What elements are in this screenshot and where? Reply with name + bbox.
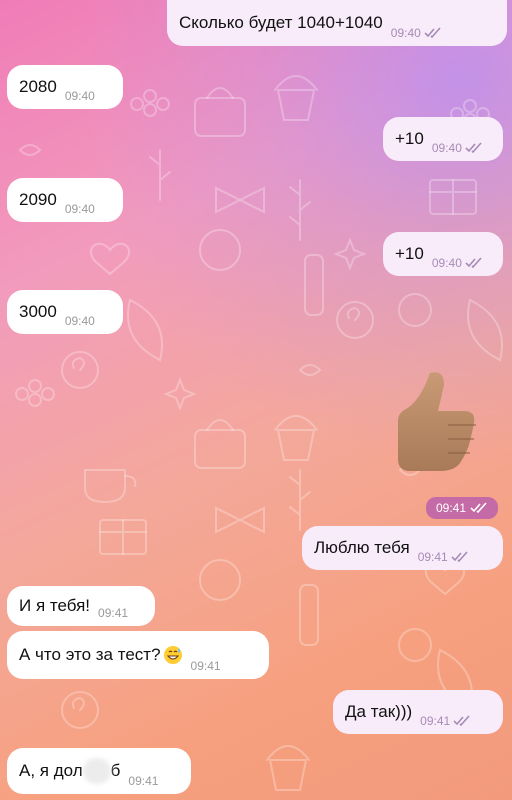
double-check-icon [453,715,470,727]
message-text: 2080 [19,77,57,96]
message-bubble-incoming[interactable]: 3000 09:40 [7,290,123,334]
message-time: 09:40 [431,256,462,270]
message-meta: 09:41 [420,714,471,728]
message-time: 09:41 [420,714,451,728]
message-time: 09:41 [435,501,467,515]
message-meta: 09:40 [432,256,483,270]
message-meta: 09:41 [191,659,221,673]
message-meta: 09:40 [432,141,483,155]
double-check-icon [470,502,487,514]
message-meta: 09:41 [418,550,469,564]
message-meta: 09:41 [128,774,158,788]
double-check-icon [465,142,482,154]
message-text: 3000 [19,302,57,321]
double-check-icon [424,27,441,39]
message-text: А, я дол [19,761,83,780]
message-bubble-outgoing[interactable]: +10 09:40 [383,232,503,276]
double-check-icon [451,551,468,563]
message-time: 09:41 [190,659,221,673]
message-text: А что это за тест? [19,645,161,664]
message-time: 09:40 [390,26,421,40]
message-text: Сколько будет 1040+1040 [179,13,383,32]
thumbs-up-sticker-icon[interactable] [390,365,490,475]
message-meta: 09:40 [65,202,95,216]
message-time: 09:41 [417,550,448,564]
message-text: +10 [395,129,424,148]
message-time: 09:40 [431,141,462,155]
message-text: 2090 [19,190,57,209]
message-time: 09:40 [64,314,95,328]
message-bubble-incoming[interactable]: А что это за тест? 09:41 [7,631,269,679]
message-bubble-outgoing[interactable]: Сколько будет 1040+1040 09:40 [167,0,507,46]
message-bubble-incoming[interactable]: И я тебя! 09:41 [7,586,155,626]
message-text-tail: б [110,761,121,780]
message-time: 09:41 [98,606,129,620]
message-text: Люблю тебя [314,538,410,557]
message-text: И я тебя! [19,596,91,615]
sticker-time-pill: 09:41 [426,497,498,519]
blurred-text-region [82,758,111,784]
message-bubble-incoming[interactable]: 2090 09:40 [7,178,123,222]
message-text: +10 [395,244,424,263]
message-meta: 09:40 [65,314,95,328]
message-bubble-outgoing[interactable]: Да так))) 09:41 [333,690,503,734]
message-bubble-outgoing[interactable]: +10 09:40 [383,117,503,161]
message-meta: 09:40 [391,26,442,40]
message-bubble-incoming[interactable]: А, я дол б 09:41 [7,748,191,794]
message-time: 09:40 [64,202,95,216]
grinning-sweat-emoji-icon [163,646,182,664]
message-time: 09:40 [64,89,95,103]
message-time: 09:41 [128,774,159,788]
message-bubble-outgoing[interactable]: Люблю тебя 09:41 [302,526,503,570]
message-meta: 09:40 [65,89,95,103]
double-check-icon [465,257,482,269]
chat-window: Сколько будет 1040+1040 09:40 2080 09:40… [0,0,512,800]
message-bubble-incoming[interactable]: 2080 09:40 [7,65,123,109]
message-meta: 09:41 [98,606,128,620]
message-text: Да так))) [345,702,413,721]
